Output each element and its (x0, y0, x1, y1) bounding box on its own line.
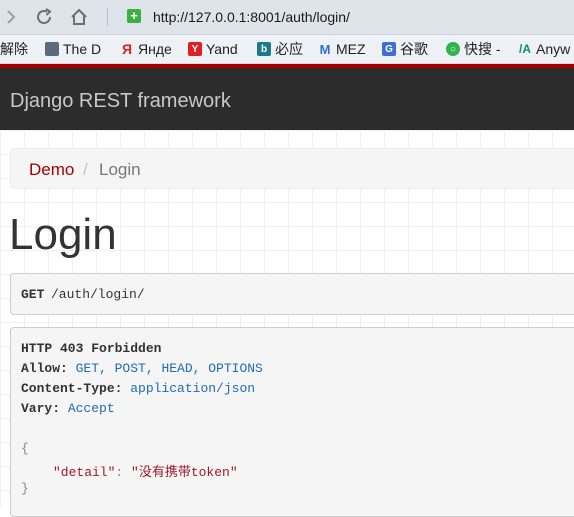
response-header: Allow: GET, POST, HEAD, OPTIONS (21, 361, 263, 376)
yandex-icon: Y (188, 42, 202, 56)
bookmark-item[interactable]: Я Янде (120, 41, 172, 57)
header-name: Allow: (21, 361, 68, 376)
header-value: GET, POST, HEAD, OPTIONS (75, 361, 263, 376)
address-bar[interactable]: http://127.0.0.1:8001/auth/login/ (153, 9, 350, 25)
reload-icon[interactable] (33, 6, 55, 28)
bookmark-item[interactable]: The D (45, 41, 101, 57)
bookmark-item[interactable]: /A Anyw (518, 41, 570, 57)
response-header: Vary: Accept (21, 401, 115, 416)
header-value: application/json (130, 381, 256, 396)
page-icon (45, 42, 59, 56)
bookmark-item[interactable]: ○ 快搜 - (446, 41, 501, 57)
browser-toolbar: + http://127.0.0.1:8001/auth/login/ (0, 0, 574, 35)
header-value: Accept (67, 401, 115, 416)
request-info: GET /auth/login/ (10, 273, 574, 315)
anywhere-icon: /A (519, 42, 531, 56)
bing-icon: b (257, 42, 271, 56)
google-icon: G (382, 42, 396, 56)
forward-icon[interactable] (0, 6, 22, 28)
request-path: /auth/login/ (51, 287, 145, 302)
toolbar-divider (107, 8, 108, 26)
request-method: GET (21, 287, 45, 302)
response-status: HTTP 403 Forbidden (21, 341, 162, 356)
breadcrumb: Demo / Login (10, 148, 574, 189)
secure-plus-icon: + (127, 9, 141, 23)
mail-icon: M (319, 41, 331, 57)
bookmark-item[interactable]: M MEZ (318, 41, 366, 57)
json-entry: "detail": "没有携带token" (53, 461, 238, 480)
bookmark-item[interactable]: G 谷歌 (382, 41, 428, 57)
bookmark-item[interactable]: 解除 (0, 41, 28, 57)
breadcrumb-link-demo[interactable]: Demo (29, 160, 74, 180)
kuaisou-icon: ○ (446, 42, 460, 56)
json-close-brace: } (21, 481, 29, 496)
json-open-brace: { (21, 441, 29, 456)
home-icon[interactable] (68, 6, 90, 28)
breadcrumb-separator: / (83, 160, 88, 179)
yandex-icon: Я (121, 41, 133, 57)
app-navbar: Django REST framework (0, 64, 574, 130)
bookmark-item[interactable]: Y Yand (188, 41, 238, 57)
bookmark-item[interactable]: b 必应 (257, 41, 303, 57)
bookmarks-bar: 解除 The D Я Янде Y Yand b 必应 M MEZ G 谷歌 ○ 快搜 - … (0, 35, 574, 64)
breadcrumb-current: Login (99, 160, 141, 179)
json-value: "没有携带token" (131, 465, 238, 480)
json-colon: : (115, 465, 132, 480)
response-info: HTTP 403 Forbidden Allow: GET, POST, HEA… (10, 327, 574, 517)
json-key: "detail" (53, 465, 116, 480)
response-header: Content-Type: application/json (21, 381, 255, 396)
header-name: Content-Type: (21, 381, 123, 396)
brand-link[interactable]: Django REST framework (10, 90, 231, 113)
page-title: Login (9, 210, 117, 259)
header-name: Vary: (21, 401, 61, 416)
